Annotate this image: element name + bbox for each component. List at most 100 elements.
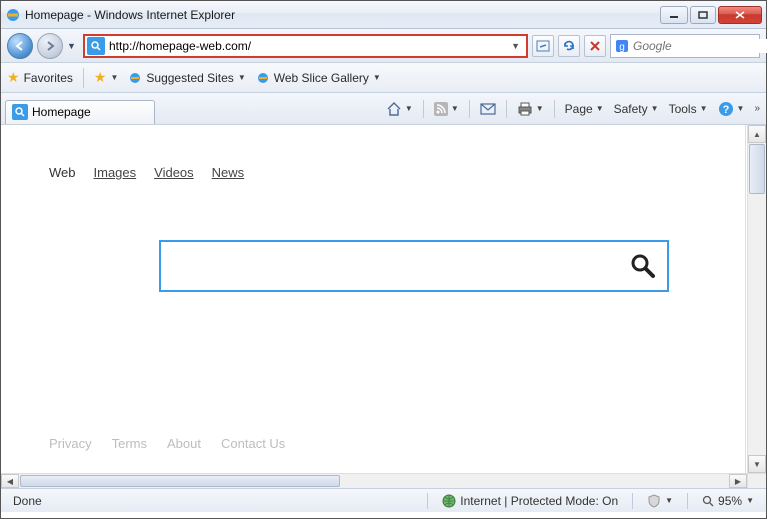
zoom-value: 95% — [718, 494, 742, 508]
svg-text:?: ? — [722, 104, 729, 116]
favorites-bar: ★ Favorites ★ ▼ Suggested Sites ▼ Web Sl… — [1, 63, 766, 93]
compatibility-view-button[interactable] — [532, 35, 554, 57]
viewport: Web Images Videos News Privacy Terms Abo… — [1, 125, 766, 488]
search-input[interactable] — [633, 39, 767, 53]
print-icon — [517, 102, 533, 116]
web-slice-gallery-button[interactable]: Web Slice Gallery ▼ — [256, 71, 381, 85]
star-icon: ★ — [7, 69, 20, 86]
print-button[interactable]: ▼ — [515, 100, 546, 118]
page-menu-label: Page — [565, 102, 593, 116]
scroll-right-button[interactable]: ▶ — [729, 474, 747, 488]
footer-privacy[interactable]: Privacy — [49, 436, 92, 451]
stop-button[interactable] — [584, 35, 606, 57]
add-to-favorites-button[interactable]: ★ ▼ — [94, 69, 118, 86]
command-bar: Homepage ▼ ▼ ▼ Page ▼ Safety ▼ Tools ▼ ?… — [1, 93, 766, 125]
page-search-input[interactable] — [171, 246, 629, 286]
zoom-icon — [702, 495, 714, 507]
address-dropdown[interactable]: ▼ — [507, 41, 524, 51]
horizontal-scrollbar[interactable]: ◀ ▶ — [1, 473, 747, 488]
window-title: Homepage - Windows Internet Explorer — [25, 8, 660, 22]
nav-images[interactable]: Images — [94, 165, 137, 180]
home-button[interactable]: ▼ — [384, 100, 415, 118]
read-mail-button[interactable] — [478, 101, 498, 117]
mail-icon — [480, 103, 496, 115]
ie-page-icon — [256, 71, 270, 85]
rss-icon — [434, 102, 448, 116]
close-button[interactable] — [718, 6, 762, 24]
shield-off-icon — [647, 494, 661, 508]
safety-menu[interactable]: Safety ▼ — [612, 100, 661, 118]
scroll-up-button[interactable]: ▲ — [748, 125, 766, 143]
ie-page-icon — [128, 71, 142, 85]
command-overflow-button[interactable]: » — [752, 103, 762, 114]
address-input[interactable] — [109, 39, 503, 53]
nav-web[interactable]: Web — [49, 165, 76, 180]
chevron-down-icon: ▼ — [665, 496, 673, 505]
refresh-button[interactable] — [558, 35, 580, 57]
page-search-box — [159, 240, 669, 292]
scroll-left-button[interactable]: ◀ — [1, 474, 19, 488]
feeds-button[interactable]: ▼ — [432, 100, 461, 118]
maximize-button[interactable] — [690, 6, 716, 24]
footer-terms[interactable]: Terms — [112, 436, 147, 451]
home-icon — [386, 102, 402, 116]
scroll-down-button[interactable]: ▼ — [748, 455, 766, 473]
scroll-corner — [747, 473, 766, 488]
security-zone[interactable]: Internet | Protected Mode: On — [436, 494, 624, 508]
search-box[interactable]: g ▼ — [610, 34, 760, 58]
favorites-button[interactable]: ★ Favorites — [7, 69, 73, 86]
tools-menu-label: Tools — [669, 102, 697, 116]
search-icon[interactable] — [629, 252, 657, 280]
nav-history-dropdown[interactable]: ▼ — [67, 41, 79, 51]
chevron-down-icon: ▼ — [405, 104, 413, 113]
chevron-down-icon: ▼ — [536, 104, 544, 113]
tab-favicon-icon — [12, 104, 28, 120]
protected-mode-indicator[interactable]: ▼ — [641, 494, 679, 508]
zone-label: Internet | Protected Mode: On — [460, 494, 618, 508]
favorites-label: Favorites — [24, 71, 73, 85]
page-menu[interactable]: Page ▼ — [563, 100, 606, 118]
zoom-control[interactable]: 95% ▼ — [696, 494, 760, 508]
ie-logo-icon — [5, 7, 21, 23]
page-category-nav: Web Images Videos News — [49, 165, 697, 180]
chevron-down-icon: ▼ — [451, 104, 459, 113]
chevron-down-icon: ▼ — [238, 73, 246, 82]
chevron-down-icon: ▼ — [737, 104, 745, 113]
chevron-down-icon: ▼ — [373, 73, 381, 82]
chevron-down-icon: ▼ — [651, 104, 659, 113]
page-body: Web Images Videos News Privacy Terms Abo… — [1, 125, 746, 473]
suggested-sites-button[interactable]: Suggested Sites ▼ — [128, 71, 245, 85]
web-slice-label: Web Slice Gallery — [274, 71, 369, 85]
footer-contact[interactable]: Contact Us — [221, 436, 285, 451]
suggested-sites-label: Suggested Sites — [146, 71, 233, 85]
page-footer-nav: Privacy Terms About Contact Us — [49, 436, 285, 451]
chevron-down-icon: ▼ — [746, 496, 754, 505]
navigation-bar: ▼ ▼ g ▼ — [1, 29, 766, 63]
status-text: Done — [7, 494, 48, 508]
forward-button[interactable] — [37, 33, 63, 59]
star-add-icon: ★ — [94, 69, 107, 86]
back-button[interactable] — [7, 33, 33, 59]
address-bar[interactable]: ▼ — [83, 34, 528, 58]
search-provider-icon: g — [615, 39, 629, 53]
globe-icon — [442, 494, 456, 508]
svg-text:g: g — [619, 42, 625, 53]
vertical-scrollbar[interactable]: ▲ ▼ — [747, 125, 766, 473]
chevron-down-icon: ▼ — [700, 104, 708, 113]
scroll-thumb[interactable] — [749, 144, 765, 194]
tab-homepage[interactable]: Homepage — [5, 100, 155, 124]
tools-menu[interactable]: Tools ▼ — [667, 100, 710, 118]
help-icon: ? — [718, 101, 734, 117]
minimize-button[interactable] — [660, 6, 688, 24]
safety-menu-label: Safety — [614, 102, 648, 116]
nav-news[interactable]: News — [212, 165, 245, 180]
help-button[interactable]: ? ▼ — [716, 99, 747, 119]
scroll-thumb[interactable] — [20, 475, 340, 487]
chevron-down-icon: ▼ — [596, 104, 604, 113]
window-titlebar: Homepage - Windows Internet Explorer — [1, 1, 766, 29]
nav-videos[interactable]: Videos — [154, 165, 194, 180]
tab-title: Homepage — [32, 105, 91, 119]
chevron-down-icon: ▼ — [110, 73, 118, 82]
footer-about[interactable]: About — [167, 436, 201, 451]
status-bar: Done Internet | Protected Mode: On ▼ 95%… — [1, 488, 766, 512]
